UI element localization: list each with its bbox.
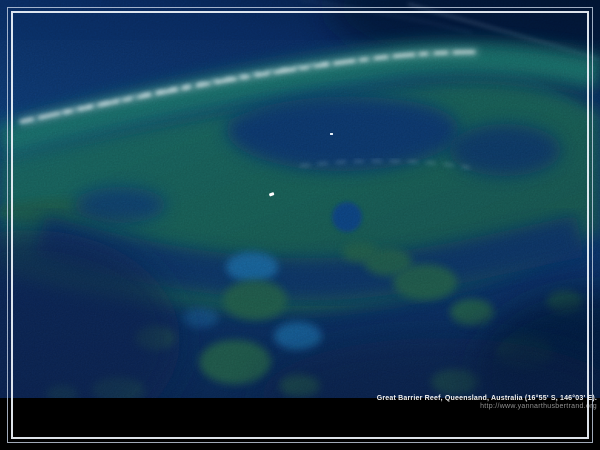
caption-url: http://www.yannarthusbertrand.org xyxy=(377,403,597,411)
reef-sparkle xyxy=(0,40,600,398)
caption-location: Great Barrier Reef, Queensland, Australi… xyxy=(377,395,597,403)
reef-photo xyxy=(0,0,600,398)
boat-icon xyxy=(330,133,333,135)
caption: Great Barrier Reef, Queensland, Australi… xyxy=(377,395,597,411)
wallpaper: Great Barrier Reef, Queensland, Australi… xyxy=(0,0,600,450)
